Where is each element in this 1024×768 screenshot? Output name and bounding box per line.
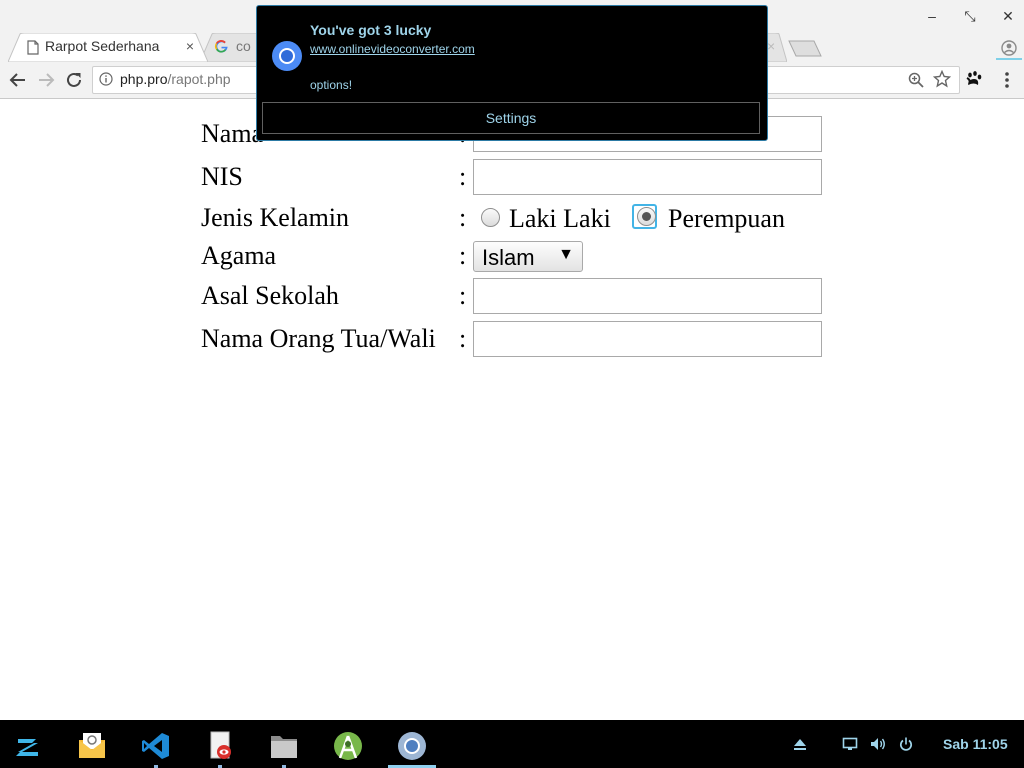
colon: : <box>459 241 467 270</box>
zorin-logo-icon <box>16 739 38 756</box>
bookmark-star-icon[interactable] <box>933 70 951 88</box>
radio-label-laki-laki: Laki Laki <box>509 204 611 233</box>
more-menu-icon[interactable] <box>998 70 1016 90</box>
folder-icon <box>271 736 297 758</box>
chrome-icon <box>398 732 426 760</box>
vscode-icon <box>142 733 169 759</box>
minimize-button[interactable]: – <box>921 6 943 26</box>
label-agama: Agama <box>201 241 277 270</box>
tab-rarpot-sederhana[interactable]: Rarpot Sederhana × <box>8 33 208 62</box>
label-nis: NIS <box>201 162 243 191</box>
mail-icon <box>79 733 105 758</box>
nis-input[interactable] <box>473 159 822 195</box>
back-icon[interactable] <box>7 69 29 91</box>
radio-laki-laki[interactable] <box>481 208 500 227</box>
url-path: /rapot.php <box>167 71 231 87</box>
restore-button[interactable]: ⤡ <box>959 6 981 26</box>
document-viewer-button[interactable] <box>200 726 240 768</box>
vscode-app-button[interactable] <box>136 726 176 768</box>
notification-url-link[interactable]: www.onlinevideoconverter.com <box>310 42 475 56</box>
url-host: php.pro <box>120 71 168 87</box>
site-info-icon[interactable] <box>99 72 113 86</box>
radio-focus-ring <box>632 204 657 229</box>
colon: : <box>459 324 467 353</box>
mail-app-button[interactable] <box>72 726 112 766</box>
extension-paw-icon[interactable] <box>964 70 984 90</box>
colon: : <box>459 162 467 191</box>
chrome-app-button[interactable] <box>392 726 432 766</box>
label-jenis-kelamin: Jenis Kelamin <box>201 203 350 232</box>
android-studio-icon <box>334 732 362 760</box>
page-icon <box>26 40 40 55</box>
orang-tua-input[interactable] <box>473 321 822 357</box>
zorin-menu-button[interactable] <box>8 726 48 766</box>
close-tab-icon[interactable]: × <box>186 38 194 54</box>
notification-message: options! <box>310 78 353 92</box>
notification-popup[interactable]: You've got 3 lucky www.onlinevideoconver… <box>256 5 768 141</box>
agama-selected-value: Islam <box>482 245 535 270</box>
reload-icon[interactable] <box>63 69 85 91</box>
dropdown-arrow-icon: ▼ <box>558 246 574 263</box>
profile-indicator <box>996 58 1022 60</box>
asal-sekolah-input[interactable] <box>473 278 822 314</box>
notification-settings-button[interactable]: Settings <box>262 102 760 134</box>
label-orang-tua: Nama Orang Tua/Wali <box>201 324 436 353</box>
url-text[interactable]: php.pro/rapot.php <box>120 71 231 87</box>
profile-icon[interactable] <box>997 36 1021 60</box>
forward-icon[interactable] <box>35 69 57 91</box>
google-icon <box>214 39 228 54</box>
agama-select[interactable]: Islam ▼ <box>473 241 583 272</box>
close-tab-icon[interactable]: × <box>767 38 775 54</box>
display-icon[interactable] <box>842 736 858 752</box>
files-app-button[interactable] <box>264 726 304 768</box>
android-studio-button[interactable] <box>328 726 368 766</box>
close-window-button[interactable]: ✕ <box>997 6 1019 26</box>
tab-title: Rarpot Sederhana <box>45 38 160 54</box>
taskbar: Sab 11:05 <box>0 720 1024 768</box>
chrome-icon <box>272 41 302 71</box>
rapot-form: Nama : NIS : Jenis Kelamin : Laki Laki P… <box>0 98 1024 718</box>
radio-label-perempuan: Perempuan <box>668 204 785 233</box>
power-icon[interactable] <box>898 736 914 752</box>
colon: : <box>459 281 467 310</box>
label-asal-sekolah: Asal Sekolah <box>201 281 339 310</box>
label-nama: Nama <box>201 119 264 148</box>
eject-icon[interactable] <box>792 736 808 752</box>
notification-title: You've got 3 lucky <box>310 22 432 38</box>
radio-perempuan[interactable] <box>637 207 656 226</box>
volume-icon[interactable] <box>870 736 886 752</box>
new-tab-button[interactable] <box>788 40 822 57</box>
colon: : <box>459 203 467 232</box>
clock[interactable]: Sab 11:05 <box>943 736 1008 752</box>
document-viewer-icon <box>210 731 231 759</box>
zoom-icon[interactable] <box>908 72 924 88</box>
tab-title: co <box>236 38 251 54</box>
